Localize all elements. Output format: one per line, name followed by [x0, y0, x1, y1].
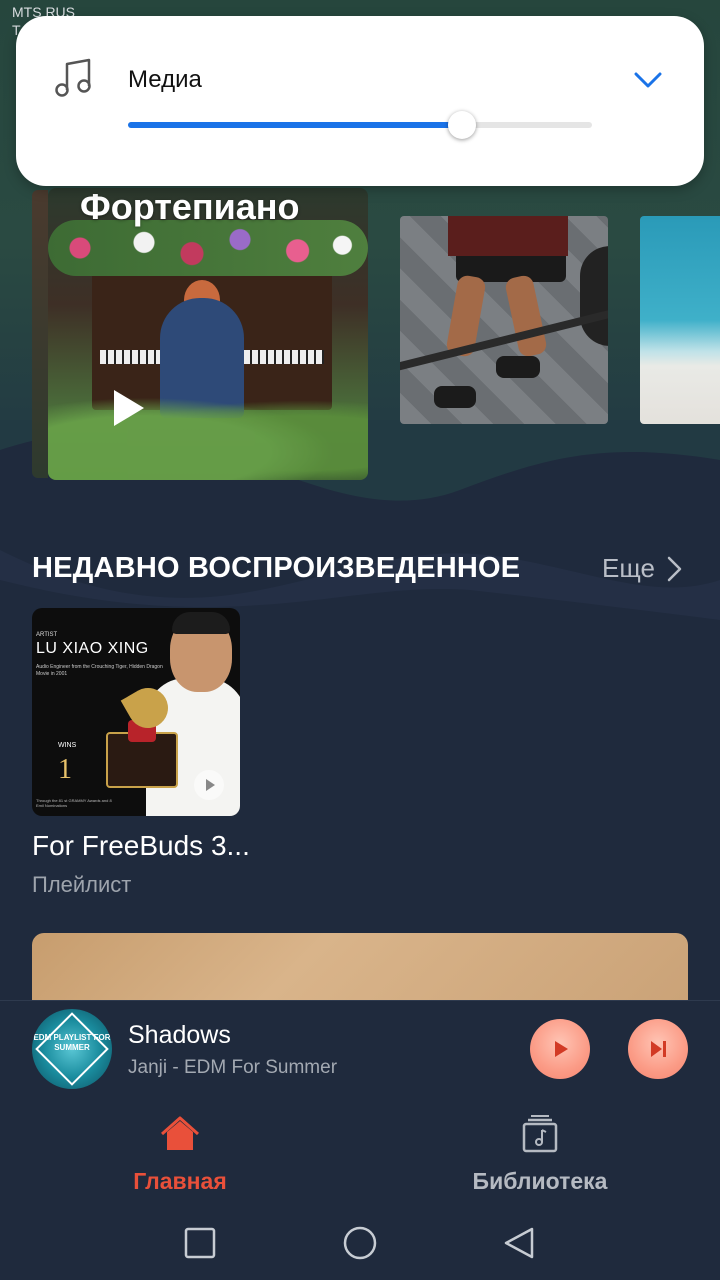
recent-album-title[interactable]: For FreeBuds 3...	[32, 830, 250, 862]
play-icon[interactable]	[194, 770, 224, 800]
volume-slider-fill	[128, 122, 463, 128]
home-icon	[161, 1116, 199, 1150]
volume-panel: Медиа	[16, 16, 704, 186]
featured-card-gym[interactable]	[400, 216, 608, 424]
mini-player[interactable]: EDM PLAYLIST FOR SUMMER Shadows Janji - …	[0, 1000, 720, 1096]
now-playing-artist[interactable]: Janji - EDM For Summer	[128, 1057, 337, 1079]
recent-album-cover[interactable]: ARTIST LU XIAO XING Audio Engineer from …	[32, 608, 240, 816]
athlete-shirt	[448, 216, 568, 256]
bottom-tab-bar: Главная Библиотека	[0, 1096, 720, 1206]
tab-label-home: Главная	[133, 1168, 227, 1194]
play-icon	[555, 1041, 568, 1057]
chevron-down-icon[interactable]	[632, 64, 664, 96]
athlete-leg	[503, 273, 549, 359]
library-icon	[522, 1115, 558, 1153]
cover-wins-label: WINS	[58, 742, 77, 749]
recent-more-link[interactable]: Еще	[602, 553, 655, 584]
tab-label-library: Библиотека	[472, 1168, 608, 1194]
cover-subtitle: Audio Engineer from the Crouching Tiger,…	[36, 664, 163, 677]
cover-wins-number: 1	[58, 754, 72, 785]
recent-section-title: НЕДАВНО ВОСПРОИЗВЕДЕННОЕ	[32, 552, 521, 584]
recent-apps-icon[interactable]	[183, 1226, 217, 1260]
tab-home[interactable]: Главная	[0, 1096, 360, 1206]
volume-slider-thumb[interactable]	[448, 111, 477, 139]
cover-text: EDM PLAYLIST FOR SUMMER	[33, 1033, 111, 1052]
system-nav-bar	[0, 1206, 720, 1280]
tab-library[interactable]: Библиотека	[360, 1096, 720, 1206]
volume-label: Медиа	[128, 66, 202, 93]
featured-card-piano[interactable]	[48, 188, 368, 480]
chevron-right-icon[interactable]	[664, 555, 686, 583]
music-note-icon	[55, 58, 91, 97]
back-icon[interactable]	[502, 1226, 536, 1260]
cover-tag: ARTIST	[36, 632, 58, 638]
featured-card-beach[interactable]	[640, 216, 720, 424]
play-button[interactable]	[530, 1019, 590, 1079]
next-button[interactable]	[628, 1019, 688, 1079]
foliage-image	[48, 388, 368, 480]
skip-next-icon	[651, 1041, 666, 1057]
cover-hair	[172, 612, 230, 634]
cover-fineprint: Through the 81 st GRAMMY Awards and 8 Em…	[36, 798, 112, 808]
now-playing-cover[interactable]: EDM PLAYLIST FOR SUMMER	[32, 1009, 112, 1089]
flowers-image	[48, 220, 368, 276]
play-icon[interactable]	[108, 388, 148, 428]
now-playing-title[interactable]: Shadows	[128, 1021, 231, 1050]
athlete-shoe	[434, 386, 476, 408]
athlete-shoe	[496, 356, 540, 378]
home-circle-icon[interactable]	[343, 1226, 377, 1260]
featured-card-title: Фортепиано	[80, 186, 300, 227]
cover-artist: LU XIAO XING	[36, 640, 149, 657]
volume-slider[interactable]	[128, 111, 592, 139]
recent-album-subtitle: Плейлист	[32, 872, 132, 897]
carousel-card-previous[interactable]	[32, 190, 48, 478]
weight-plate	[580, 246, 608, 346]
